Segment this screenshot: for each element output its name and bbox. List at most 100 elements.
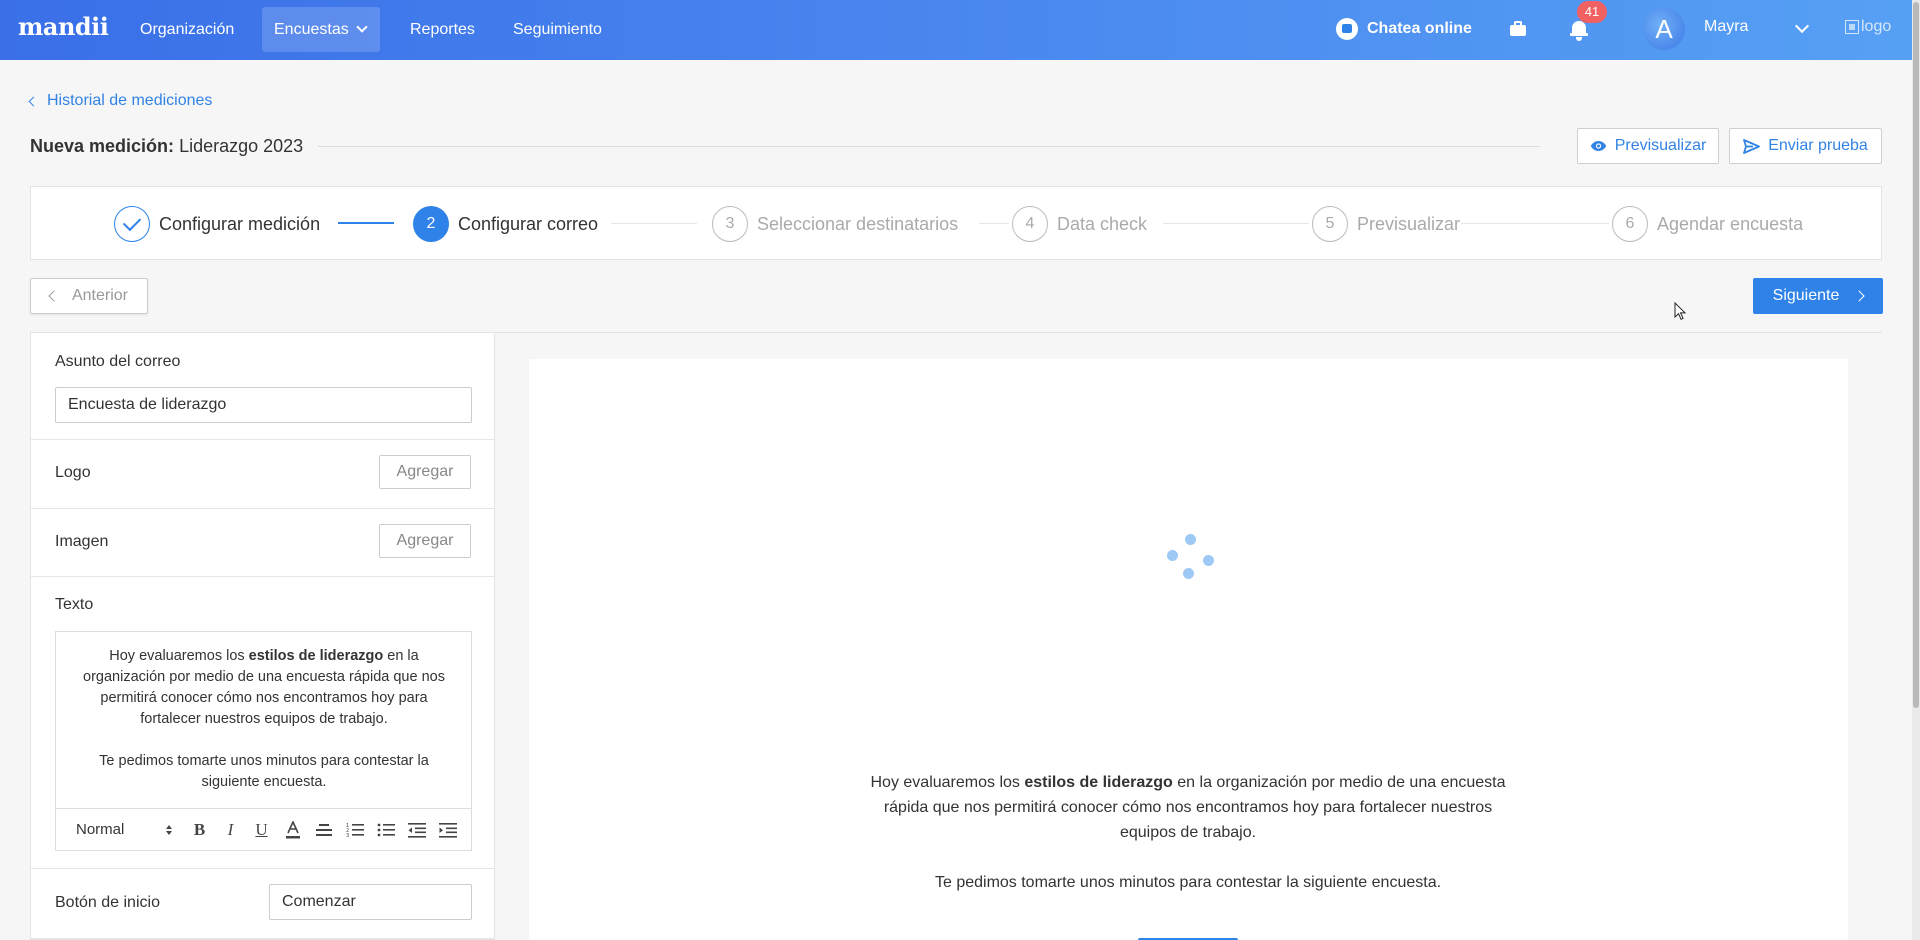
- italic-button[interactable]: I: [215, 819, 246, 841]
- back-link-historial[interactable]: Historial de mediciones: [28, 92, 213, 110]
- step-circle: 6: [1612, 206, 1648, 242]
- text-label: Texto: [55, 596, 94, 613]
- add-image-button[interactable]: Agregar: [379, 524, 471, 558]
- user-name[interactable]: Mayra: [1704, 18, 1748, 36]
- step-configurar-correo[interactable]: 2 Configurar correo: [413, 206, 598, 242]
- brand-logo[interactable]: mandii: [18, 12, 109, 41]
- chat-icon: [1336, 18, 1358, 40]
- scrollbar-thumb[interactable]: [1913, 2, 1919, 708]
- section-divider: [31, 439, 494, 440]
- preview-paragraph-1: Hoy evaluaremos los estilos de liderazgo…: [870, 770, 1506, 845]
- chevron-right-icon: [1853, 290, 1866, 302]
- step-seleccionar-destinatarios[interactable]: 3 Seleccionar destinatarios: [712, 206, 958, 242]
- text-color-button[interactable]: [277, 819, 308, 841]
- add-logo-button[interactable]: Agregar: [379, 455, 471, 489]
- section-divider: [31, 938, 494, 939]
- format-select[interactable]: Normal: [76, 821, 172, 838]
- notification-badge: 41: [1577, 1, 1607, 23]
- indent-icon: [438, 822, 457, 838]
- briefcase-icon[interactable]: [1508, 20, 1528, 38]
- broken-image-icon: [1845, 20, 1859, 34]
- nav-item-seguimiento[interactable]: Seguimiento: [501, 7, 614, 52]
- align-button[interactable]: [308, 819, 339, 841]
- preview-text: Hoy evaluaremos los: [870, 774, 1025, 791]
- back-link-label: Historial de mediciones: [47, 92, 213, 109]
- logo-label: Logo: [55, 464, 91, 481]
- preview-body-text: Hoy evaluaremos los estilos de liderazgo…: [870, 770, 1506, 895]
- step-circle: [114, 206, 150, 242]
- stepper: Configurar medición 2 Configurar correo …: [30, 186, 1882, 260]
- eye-icon: [1590, 141, 1606, 151]
- email-editor-panel: Asunto del correo Encuesta de liderazgo …: [30, 332, 495, 940]
- chevron-left-icon: [28, 96, 39, 106]
- body-text: Hoy evaluaremos los: [109, 648, 249, 664]
- step-agendar-encuesta[interactable]: 6 Agendar encuesta: [1612, 206, 1803, 242]
- rich-text-content[interactable]: Hoy evaluaremos los estilos de liderazgo…: [70, 646, 458, 793]
- page-scrollbar[interactable]: [1912, 0, 1920, 940]
- preview-button[interactable]: Previsualizar: [1577, 128, 1719, 164]
- bullet-list-icon: [377, 823, 395, 836]
- bold-button[interactable]: B: [184, 819, 215, 841]
- underline-button[interactable]: U: [246, 819, 277, 841]
- preview-bold-text: estilos de liderazgo: [1024, 774, 1173, 791]
- start-button-input[interactable]: Comenzar: [269, 884, 472, 920]
- subject-input[interactable]: Encuesta de liderazgo: [55, 387, 472, 423]
- step-label: Seleccionar destinatarios: [757, 213, 959, 234]
- body-paragraph-2: Te pedimos tomarte unos minutos para con…: [99, 753, 429, 790]
- top-nav: mandii Organización Encuestas Reportes S…: [0, 0, 1912, 60]
- send-test-button[interactable]: Enviar prueba: [1729, 128, 1882, 164]
- logo-alt-text: logo: [1861, 18, 1892, 35]
- step-label: Previsualizar: [1357, 213, 1461, 234]
- body-paragraph-1: Hoy evaluaremos los estilos de liderazgo…: [70, 646, 458, 730]
- step-data-check[interactable]: 4 Data check: [1012, 206, 1147, 242]
- outdent-button[interactable]: [401, 819, 432, 841]
- next-button[interactable]: Siguiente: [1753, 278, 1883, 314]
- bullet-list-button[interactable]: [370, 819, 401, 841]
- chat-label: Chatea online: [1367, 20, 1472, 37]
- start-button-label: Botón de inicio: [55, 894, 160, 911]
- image-label: Imagen: [55, 533, 109, 550]
- step-previsualizar[interactable]: 5 Previsualizar: [1312, 206, 1460, 242]
- outdent-icon: [407, 822, 426, 838]
- body-bold-text: estilos de liderazgo: [248, 648, 384, 664]
- next-button-label: Siguiente: [1772, 287, 1840, 304]
- chevron-left-icon: [48, 290, 60, 302]
- indent-button[interactable]: [432, 819, 463, 841]
- step-configurar-medicion[interactable]: Configurar medición: [114, 206, 320, 242]
- step-label: Data check: [1057, 213, 1148, 234]
- preview-button-label: Previsualizar: [1614, 137, 1707, 154]
- step-circle: 4: [1012, 206, 1048, 242]
- mouse-cursor-icon: [1674, 302, 1686, 320]
- send-icon: [1743, 138, 1761, 154]
- step-label: Agendar encuesta: [1657, 213, 1804, 234]
- previous-button[interactable]: Anterior: [30, 278, 148, 314]
- subject-label: Asunto del correo: [55, 353, 181, 370]
- step-connector: [611, 223, 697, 224]
- step-connector: [1163, 223, 1309, 224]
- section-divider: [31, 576, 494, 577]
- page-title-name: Liderazgo 2023: [179, 136, 304, 156]
- step-circle: 3: [712, 206, 748, 242]
- step-circle: 2: [413, 206, 449, 242]
- send-test-button-label: Enviar prueba: [1768, 137, 1868, 154]
- text-color-icon: [285, 820, 300, 838]
- svg-text:3: 3: [346, 833, 349, 838]
- nav-item-encuestas[interactable]: Encuestas: [262, 7, 380, 52]
- spinner-icon: [1166, 533, 1214, 581]
- rich-text-editor[interactable]: Hoy evaluaremos los estilos de liderazgo…: [55, 631, 472, 851]
- chevron-down-icon[interactable]: [1794, 18, 1810, 34]
- avatar[interactable]: A: [1643, 8, 1685, 50]
- chevron-down-icon: [356, 21, 368, 33]
- align-icon: [315, 823, 332, 836]
- chat-online-link[interactable]: Chatea online: [1336, 17, 1472, 41]
- page-title-prefix: Nueva medición:: [30, 136, 175, 156]
- sort-arrows-icon: [166, 824, 172, 835]
- previous-button-label: Anterior: [71, 287, 129, 304]
- nav-item-organizacion[interactable]: Organización: [128, 7, 246, 52]
- nav-item-reportes[interactable]: Reportes: [398, 7, 487, 52]
- step-circle: 5: [1312, 206, 1348, 242]
- company-logo-broken-image: logo: [1845, 18, 1891, 36]
- step-connector: [338, 222, 394, 224]
- check-icon: [122, 212, 142, 232]
- ordered-list-button[interactable]: 123: [339, 819, 370, 841]
